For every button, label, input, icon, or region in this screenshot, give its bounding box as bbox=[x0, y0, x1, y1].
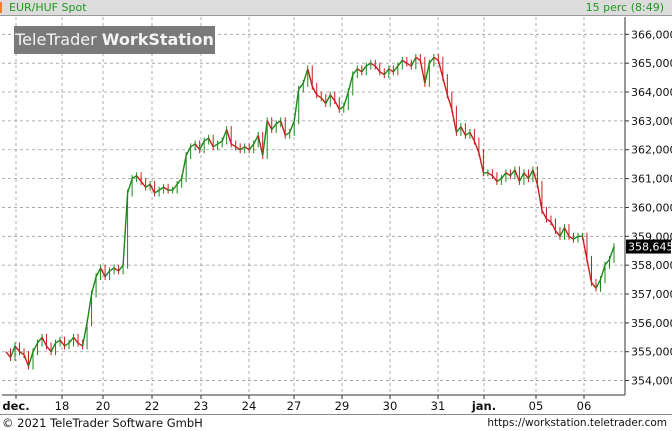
watermark-product: WorkStation bbox=[101, 30, 214, 49]
watermark-logo: TeleTrader WorkStation bbox=[14, 26, 215, 54]
chart-footer: © 2021 TeleTrader Software GmbH https://… bbox=[0, 414, 672, 431]
interval-label[interactable]: 15 perc (8:49) bbox=[586, 1, 664, 14]
x-tick-label: 23 bbox=[194, 399, 209, 413]
x-tick-label: 22 bbox=[145, 399, 160, 413]
x-tick-label: 05 bbox=[529, 399, 544, 413]
copyright-text: © 2021 TeleTrader Software GmbH bbox=[2, 416, 203, 430]
y-tick-label: 357,000 bbox=[631, 288, 672, 301]
x-tick-label: 18 bbox=[55, 399, 70, 413]
watermark-brand: TeleTrader bbox=[15, 30, 97, 49]
x-tick-label: jan. bbox=[471, 399, 496, 413]
y-tick-label: 364,000 bbox=[631, 86, 672, 99]
x-tick-label: dec. bbox=[2, 399, 29, 413]
y-tick-label: 354,000 bbox=[631, 375, 672, 388]
price-chart[interactable]: 354,000355,000356,000357,000358,000359,0… bbox=[0, 0, 672, 431]
x-tick-label: 20 bbox=[96, 399, 111, 413]
y-tick-label: 356,000 bbox=[631, 317, 672, 330]
y-tick-label: 365,000 bbox=[631, 57, 672, 70]
source-url-link[interactable]: https://workstation.teletrader.com bbox=[487, 417, 667, 429]
instrument-title[interactable]: EUR/HUF Spot bbox=[9, 1, 87, 14]
chart-background bbox=[0, 0, 672, 431]
y-tick-label: 361,000 bbox=[631, 173, 672, 186]
x-tick-label: 31 bbox=[431, 399, 446, 413]
chart-window: 354,000 355,000 356,000 357,000 358,000 359,0… bbox=[0, 0, 672, 431]
y-tick-label: 355,000 bbox=[631, 346, 672, 359]
x-tick-label: 30 bbox=[383, 399, 398, 413]
y-tick-label: 366,000 bbox=[631, 28, 672, 41]
y-tick-label: 362,000 bbox=[631, 144, 672, 157]
x-tick-label: 06 bbox=[577, 399, 592, 413]
y-tick-label: 358,000 bbox=[631, 259, 672, 272]
header-accent-mark bbox=[0, 2, 2, 13]
last-value-label: 358,645 bbox=[628, 241, 672, 254]
x-tick-label: 27 bbox=[287, 399, 302, 413]
y-tick-label: 363,000 bbox=[631, 115, 672, 128]
x-tick-label: 29 bbox=[335, 399, 350, 413]
chart-header: EUR/HUF Spot 15 perc (8:49) bbox=[0, 0, 672, 16]
y-tick-label: 360,000 bbox=[631, 201, 672, 214]
x-tick-label: 24 bbox=[242, 399, 257, 413]
